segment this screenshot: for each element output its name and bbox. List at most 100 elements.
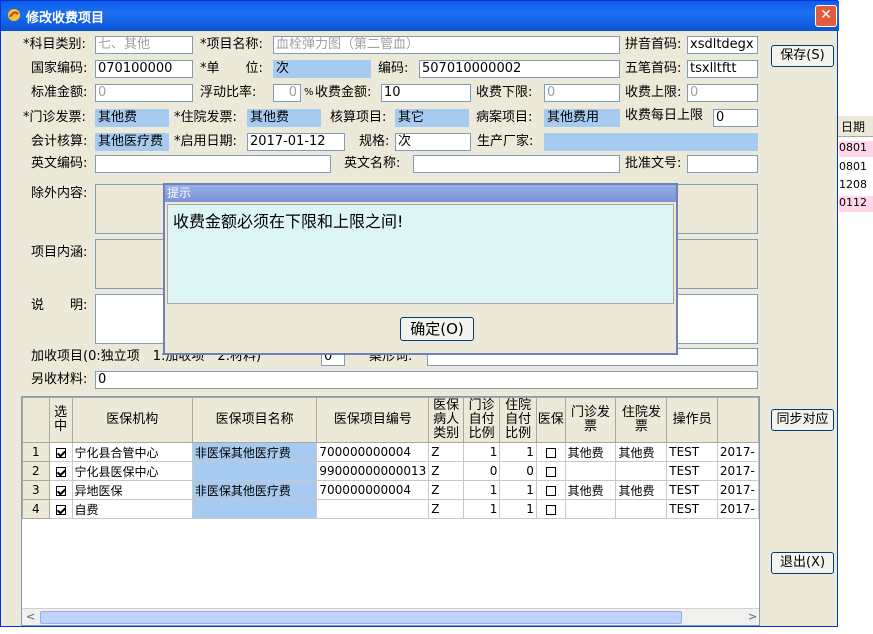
- approval-no-field[interactable]: [687, 155, 758, 173]
- unit-field[interactable]: 次: [273, 60, 371, 78]
- table-row[interactable]: 3 异地医保 非医保其他医疗费 700000000004 Z 1 1 其他费 其他费 TEST 20…: [22, 480, 759, 500]
- row-checkbox[interactable]: [48, 480, 73, 500]
- op-invoice-cell[interactable]: [564, 499, 617, 519]
- row-number[interactable]: 3: [22, 480, 50, 500]
- table-row[interactable]: 4 自费 Z 1 1 TEST 2017-: [22, 499, 759, 519]
- operator-cell[interactable]: TEST: [666, 480, 718, 500]
- accounting-field[interactable]: 其他医疗费: [95, 133, 169, 151]
- item-name-cell[interactable]: 非医保其他医疗费: [191, 480, 318, 500]
- row-checkbox[interactable]: [48, 461, 73, 481]
- operator-cell[interactable]: TEST: [666, 499, 718, 519]
- background-row[interactable]: 0801: [839, 160, 873, 176]
- unchecked-checkbox[interactable]: [545, 447, 556, 458]
- row-number[interactable]: 2: [22, 461, 50, 481]
- standard-amount-field[interactable]: 0: [95, 84, 193, 102]
- item-name-cell[interactable]: [191, 461, 318, 481]
- ip-invoice-cell[interactable]: 其他费: [615, 480, 668, 500]
- ip-invoice-cell[interactable]: 其他费: [615, 442, 668, 462]
- lower-limit-field[interactable]: 0: [544, 84, 620, 102]
- scroll-right-icon[interactable]: >: [748, 610, 757, 623]
- scroll-thumb[interactable]: [40, 611, 682, 624]
- row-checkbox[interactable]: [48, 442, 73, 462]
- checked-checkbox[interactable]: [55, 485, 66, 496]
- item-name-cell[interactable]: 非医保其他医疗费: [191, 442, 318, 462]
- col-ip-ratio[interactable]: 住院自付比例: [499, 397, 537, 443]
- date-cell[interactable]: 2017-: [716, 499, 759, 519]
- row-number[interactable]: 1: [22, 442, 50, 462]
- item-name-cell[interactable]: [191, 499, 318, 519]
- checked-checkbox[interactable]: [55, 466, 66, 477]
- table-row[interactable]: 1 宁化县合管中心 非医保其他医疗费 700000000004 Z 1 1 其他费 其他费 TES…: [22, 442, 759, 462]
- inpatient-invoice-field[interactable]: 其他费: [247, 109, 321, 127]
- ip-ratio-cell[interactable]: 1: [499, 442, 537, 462]
- daily-upper-field[interactable]: 0: [713, 109, 758, 127]
- col-yb[interactable]: 医保: [535, 397, 566, 443]
- code-field[interactable]: 507010000002: [419, 60, 620, 78]
- op-ratio-cell[interactable]: 0: [462, 461, 501, 481]
- dialog-title[interactable]: 提示: [165, 185, 676, 202]
- ip-invoice-cell[interactable]: [615, 499, 668, 519]
- checked-checkbox[interactable]: [55, 447, 66, 458]
- checked-checkbox[interactable]: [55, 504, 66, 515]
- sync-button[interactable]: 同步对应: [771, 409, 834, 431]
- yb-checkbox[interactable]: [535, 480, 566, 500]
- op-invoice-cell[interactable]: 其他费: [564, 480, 617, 500]
- item-code-cell[interactable]: 700000000004: [316, 480, 430, 500]
- col-selected[interactable]: 选中: [48, 397, 73, 443]
- op-invoice-cell[interactable]: [564, 461, 617, 481]
- ip-ratio-cell[interactable]: 1: [499, 480, 537, 500]
- col-ip-invoice[interactable]: 住院发票: [615, 397, 668, 443]
- patient-type-cell[interactable]: Z: [428, 461, 464, 481]
- unchecked-checkbox[interactable]: [545, 504, 556, 515]
- title-bar[interactable]: 修改收费项目 ✕: [1, 1, 839, 31]
- date-cell[interactable]: 2017-: [716, 442, 759, 462]
- item-code-cell[interactable]: 99000000000013: [316, 461, 430, 481]
- background-row[interactable]: 1208: [839, 178, 873, 194]
- start-date-field[interactable]: 2017-01-12: [247, 133, 345, 151]
- org-cell[interactable]: 自费: [71, 499, 193, 519]
- ip-ratio-cell[interactable]: 1: [499, 499, 537, 519]
- yb-checkbox[interactable]: [535, 461, 566, 481]
- manufacturer-field[interactable]: [544, 133, 758, 151]
- national-code-field[interactable]: 070100000: [95, 60, 193, 78]
- operator-cell[interactable]: TEST: [666, 461, 718, 481]
- op-ratio-cell[interactable]: 1: [462, 442, 501, 462]
- background-row[interactable]: 0801: [839, 141, 873, 157]
- spec-field[interactable]: 次: [395, 133, 471, 151]
- exit-button[interactable]: 退出(X): [771, 552, 834, 574]
- case-item-field[interactable]: 其他费用: [544, 109, 620, 127]
- row-number[interactable]: 4: [22, 499, 50, 519]
- operator-cell[interactable]: TEST: [666, 442, 718, 462]
- patient-type-cell[interactable]: Z: [428, 499, 464, 519]
- date-cell[interactable]: 2017-: [716, 461, 759, 481]
- wubi-field[interactable]: tsxlltftt: [687, 60, 758, 78]
- col-op-ratio[interactable]: 门诊自付比例: [462, 397, 501, 443]
- col-operator[interactable]: 操作员: [666, 397, 718, 443]
- close-button[interactable]: ✕: [815, 5, 837, 27]
- charge-amount-field[interactable]: 10: [381, 84, 471, 102]
- col-patient-type[interactable]: 医保病人类别: [428, 397, 464, 443]
- ok-button[interactable]: 确定(O): [400, 317, 474, 341]
- upper-limit-field[interactable]: 0: [687, 84, 758, 102]
- outpatient-invoice-field[interactable]: 其他费: [95, 109, 169, 127]
- patient-type-cell[interactable]: Z: [428, 442, 464, 462]
- accounting-item-field[interactable]: 其它: [395, 109, 469, 127]
- patient-type-cell[interactable]: Z: [428, 480, 464, 500]
- org-cell[interactable]: 宁化县合管中心: [71, 442, 193, 462]
- item-name-field[interactable]: 血栓弹力图（第二管血）: [273, 36, 620, 54]
- background-row[interactable]: 0112: [839, 196, 873, 212]
- ip-invoice-cell[interactable]: [615, 461, 668, 481]
- scroll-left-icon[interactable]: <: [26, 610, 35, 623]
- op-ratio-cell[interactable]: 1: [462, 480, 501, 500]
- row-checkbox[interactable]: [48, 499, 73, 519]
- col-item-name[interactable]: 医保项目名称: [191, 397, 318, 443]
- unchecked-checkbox[interactable]: [545, 466, 556, 477]
- table-row[interactable]: 2 宁化县医保中心 99000000000013 Z 0 0 TEST 2017-: [22, 461, 759, 481]
- pinyin-field[interactable]: xsdltdegx: [687, 36, 758, 54]
- yb-checkbox[interactable]: [535, 442, 566, 462]
- org-cell[interactable]: 异地医保: [71, 480, 193, 500]
- item-code-cell[interactable]: 700000000004: [316, 442, 430, 462]
- op-ratio-cell[interactable]: 1: [462, 499, 501, 519]
- date-cell[interactable]: 2017-: [716, 480, 759, 500]
- col-op-invoice[interactable]: 门诊发票: [564, 397, 617, 443]
